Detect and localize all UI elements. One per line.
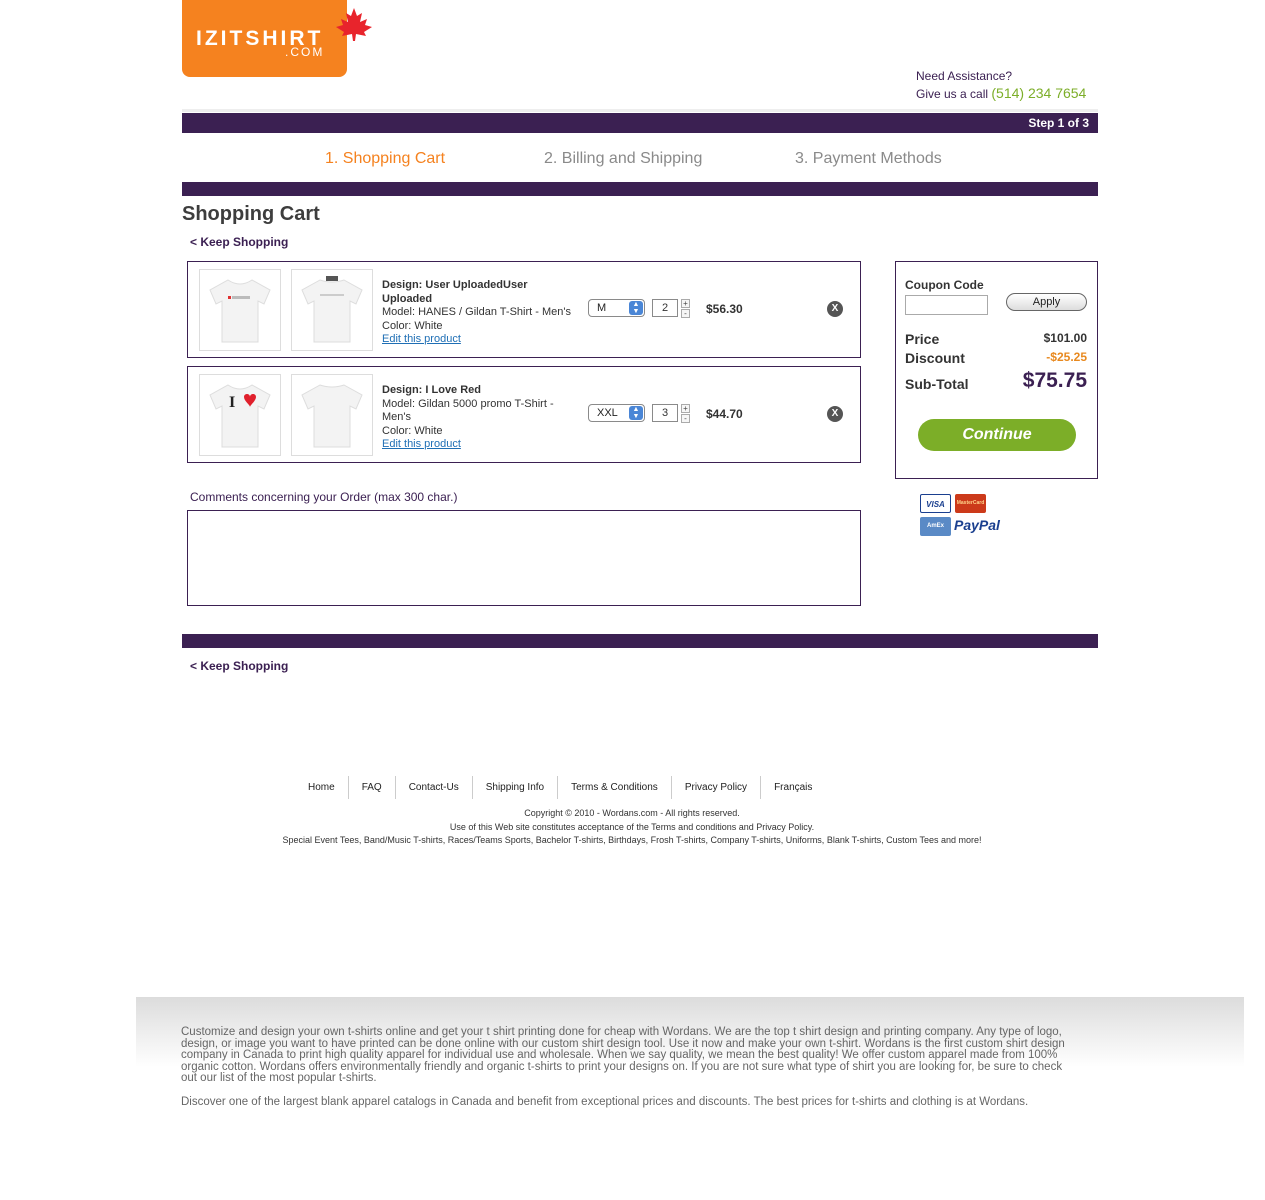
edit-product-link[interactable]: Edit this product (382, 333, 461, 345)
subtotal-value: $75.75 (1022, 369, 1087, 392)
footer-link-privacy[interactable]: Privacy Policy (672, 776, 762, 799)
discount-label: Discount (905, 350, 965, 366)
footer-nav: Home FAQ Contact-Us Shipping Info Terms … (295, 776, 825, 799)
apply-coupon-button[interactable]: Apply (1006, 293, 1087, 311)
site-logo[interactable]: IZITSHIRT .COM (182, 0, 372, 77)
steps-divider (182, 182, 1098, 196)
quantity-stepper[interactable]: + - (681, 299, 691, 318)
mastercard-icon: MasterCard (955, 494, 986, 513)
footer-link-contact[interactable]: Contact-Us (396, 776, 473, 799)
tshirt-front-icon (209, 279, 271, 343)
tshirt-front-icon: I (209, 384, 271, 448)
paypal-icon: PayPal (954, 517, 1000, 533)
quantity-input[interactable]: 2 (652, 299, 678, 317)
select-arrows-icon: ▲ ▼ (629, 406, 643, 420)
header-divider (182, 109, 1098, 112)
product-front-thumbnail[interactable] (199, 269, 281, 351)
product-back-thumbnail[interactable] (291, 269, 373, 351)
size-select[interactable]: XXL ▲ ▼ (588, 404, 645, 422)
step-billing-shipping: 2. Billing and Shipping (544, 150, 703, 167)
quantity-input[interactable]: 3 (652, 404, 678, 422)
item-price: $56.30 (706, 302, 743, 316)
seo-paragraph-2: Discover one of the largest blank appare… (181, 1096, 1029, 1108)
keep-shopping-link-bottom[interactable]: < Keep Shopping (190, 659, 288, 673)
select-arrows-icon: ▲ ▼ (629, 301, 643, 315)
tshirt-back-icon (301, 276, 363, 343)
footer-link-shipping[interactable]: Shipping Info (473, 776, 559, 799)
step-bar: Step 1 of 3 (182, 113, 1098, 133)
assistance-call-text: Give us a call (916, 87, 989, 101)
size-select[interactable]: M ▲ ▼ (588, 299, 645, 317)
price-label: Price (905, 331, 940, 347)
step-payment-methods: 3. Payment Methods (795, 150, 942, 167)
minus-icon[interactable]: - (681, 414, 690, 423)
edit-product-link[interactable]: Edit this product (382, 438, 461, 450)
amex-icon: AmEx (920, 517, 951, 536)
plus-icon[interactable]: + (681, 299, 690, 308)
subtotal-label: Sub-Total (905, 376, 969, 392)
price-value: $101.00 (1043, 331, 1087, 345)
step-indicator: Step 1 of 3 (1028, 116, 1089, 130)
item-design: Design: User UploadedUser Uploaded (382, 279, 528, 305)
footer-link-faq[interactable]: FAQ (349, 776, 396, 799)
continue-button[interactable]: Continue (918, 419, 1076, 451)
size-value: M (597, 302, 607, 314)
category-links: Special Event Tees, Band/Music T-shirts,… (282, 835, 982, 845)
size-value: XXL (597, 407, 618, 419)
plus-icon[interactable]: + (681, 404, 690, 413)
bottom-divider (182, 634, 1098, 648)
assistance-heading: Need Assistance? (916, 69, 1013, 83)
shirt-print-letter: I (229, 394, 235, 411)
footer-link-home[interactable]: Home (295, 776, 349, 799)
phone-number[interactable]: (514) 234 7654 (991, 85, 1086, 101)
visa-icon: VISA (920, 494, 951, 513)
remove-item-icon[interactable]: X (827, 301, 843, 317)
comments-label: Comments concerning your Order (max 300 … (190, 490, 458, 504)
item-color: Color: White (382, 424, 443, 437)
minus-icon[interactable]: - (681, 309, 690, 318)
coupon-label: Coupon Code (905, 278, 984, 292)
tshirt-back-icon (301, 384, 363, 448)
product-back-thumbnail[interactable] (291, 374, 373, 456)
item-design: Design: I Love Red (382, 384, 482, 396)
item-price: $44.70 (706, 407, 743, 421)
item-description: Design: User UploadedUser Uploaded Model… (382, 279, 577, 347)
item-model: Model: HANES / Gildan T-Shirt - Men's (382, 306, 571, 318)
copyright-text: Copyright © 2010 - Wordans.com - All rig… (524, 808, 740, 818)
discount-value: -$25.25 (1046, 350, 1087, 364)
footer-link-french[interactable]: Français (761, 776, 825, 799)
footer-link-terms[interactable]: Terms & Conditions (558, 776, 672, 799)
quantity-stepper[interactable]: + - (681, 404, 691, 423)
remove-item-icon[interactable]: X (827, 406, 843, 422)
product-front-thumbnail[interactable]: I (199, 374, 281, 456)
cart-item: I Design: I Love Red Model: Gildan 5000 … (187, 366, 861, 463)
item-description: Design: I Love Red Model: Gildan 5000 pr… (382, 384, 577, 452)
seo-paragraph-1: Customize and design your own t-shirts o… (181, 1026, 1065, 1084)
terms-note: Use of this Web site constitutes accepta… (449, 822, 815, 832)
step-shopping-cart: 1. Shopping Cart (325, 150, 446, 167)
comments-textarea[interactable] (187, 510, 861, 606)
cart-item: Design: User UploadedUser Uploaded Model… (187, 261, 861, 358)
assistance-info: Need Assistance? Give us a call (514) 23… (916, 68, 1086, 103)
maple-leaf-icon (336, 8, 372, 41)
coupon-input[interactable] (905, 295, 988, 315)
keep-shopping-link-top[interactable]: < Keep Shopping (190, 235, 288, 249)
order-summary: Coupon Code Apply Price $101.00 Discount… (895, 261, 1098, 479)
item-model: Model: Gildan 5000 promo T-Shirt - Men's (382, 397, 554, 424)
logo-subtext: .COM (285, 45, 325, 59)
page-title: Shopping Cart (182, 203, 320, 225)
item-color: Color: White (382, 319, 443, 332)
